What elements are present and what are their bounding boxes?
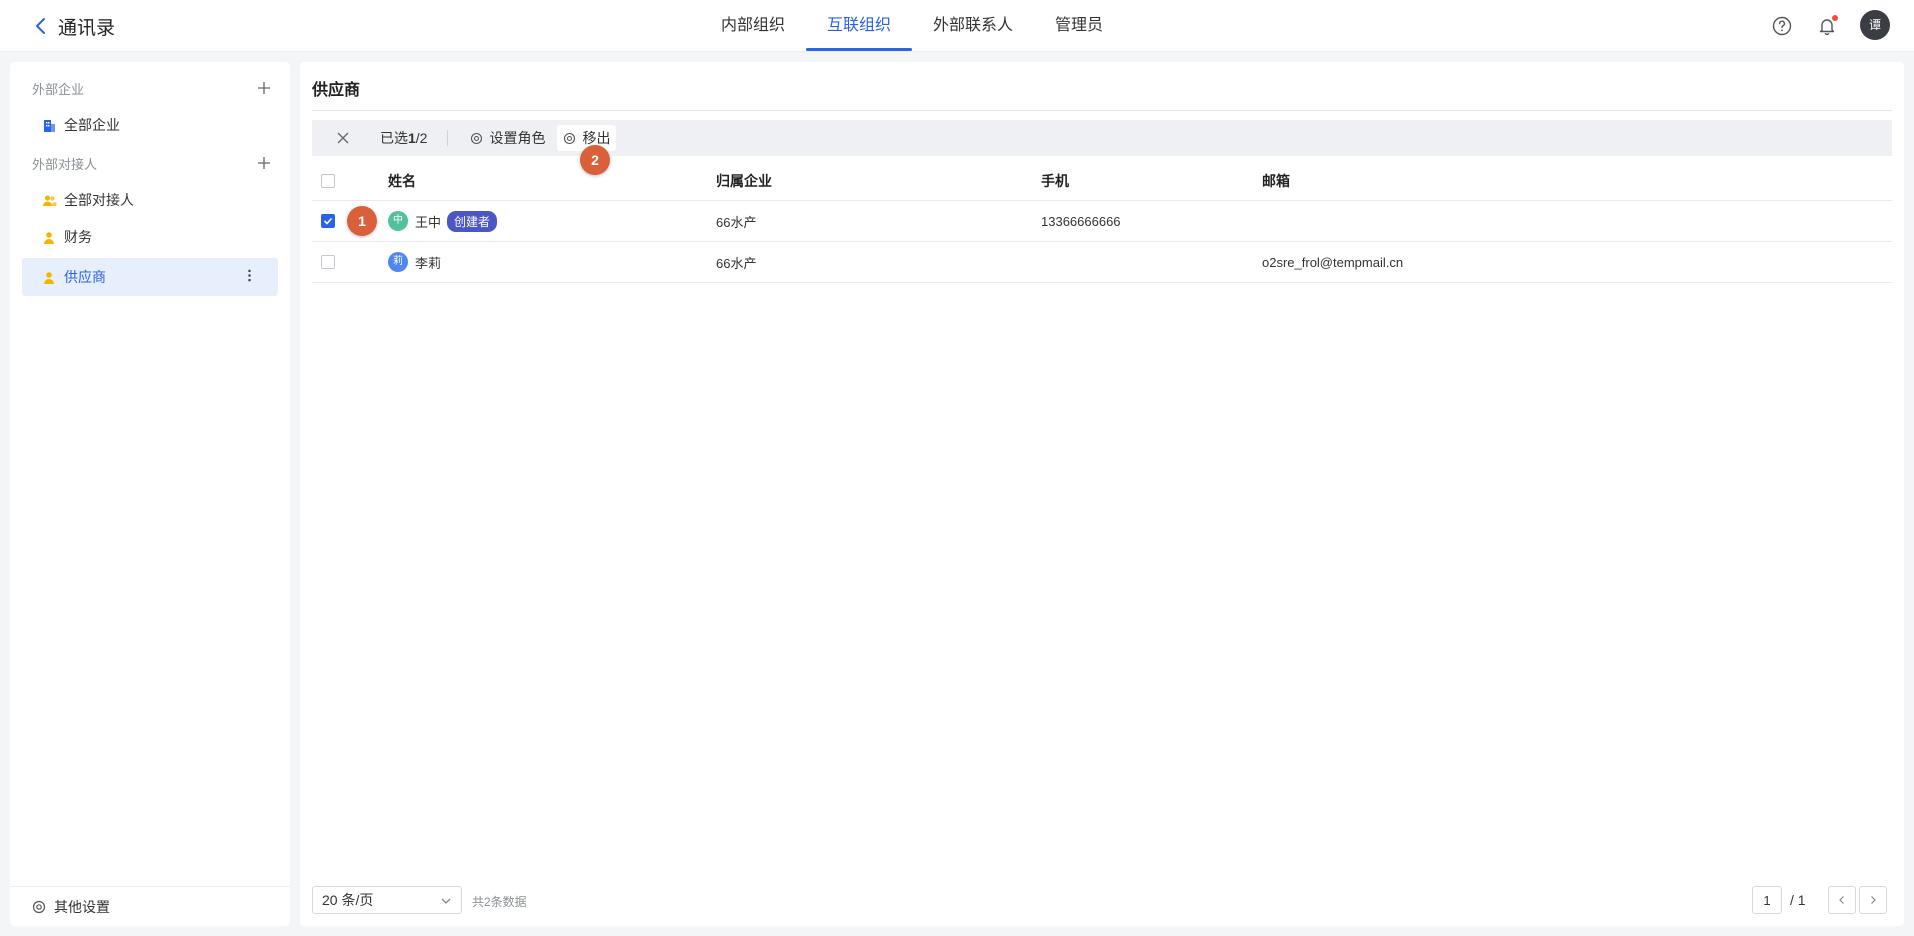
section-label: 外部对接人 (32, 156, 98, 172)
table-header: 姓名 归属企业 手机 邮箱 (312, 162, 1892, 201)
tab-internal-org[interactable]: 内部组织 (700, 0, 806, 52)
member-name: 李莉 (415, 255, 442, 271)
settings-icon (564, 132, 576, 144)
sidebar-item-supplier[interactable]: 供应商 (22, 258, 278, 296)
table-row[interactable]: 莉 李莉 66水产 o2sre_frol@tempmail.cn (312, 242, 1892, 283)
step-badge-1: 1 (347, 206, 377, 236)
chevron-right-icon (1871, 896, 1876, 904)
phone-cell: 13366666666 (1041, 213, 1121, 229)
prev-page-button[interactable] (1828, 886, 1856, 914)
row-select-cell (321, 242, 335, 282)
more-vertical-icon[interactable] (242, 268, 257, 283)
column-header-company[interactable]: 归属企业 (716, 162, 772, 200)
section-label: 外部企业 (32, 81, 85, 97)
tab-external-contacts[interactable]: 外部联系人 (912, 0, 1034, 52)
users-icon (43, 194, 57, 206)
set-role-label: 设置角色 (489, 130, 546, 146)
notification-dot (1832, 15, 1838, 21)
selection-toolbar: 已选1/2 设置角色 移出 (312, 120, 1892, 156)
add-company-icon[interactable] (256, 80, 272, 96)
building-icon (44, 119, 55, 132)
sidebar: 外部企业 全部企业 外部对接人 全部对接人 财务 供应商 其他设置 (10, 62, 290, 926)
app-title: 通讯录 (58, 17, 116, 39)
user-group-icon (44, 271, 54, 284)
step-badge-2: 2 (580, 145, 610, 175)
company-cell: 66水产 (716, 214, 757, 230)
row-checkbox[interactable] (321, 255, 335, 269)
tab-interconnected-org[interactable]: 互联组织 (806, 0, 913, 52)
main-panel: 供应商 已选1/2 设置角色 移出 姓名 归属企业 手机 邮箱 中 王中 创建者… (300, 62, 1904, 926)
selection-prefix: 已选 (380, 130, 408, 146)
column-header-name[interactable]: 姓名 (388, 162, 416, 200)
top-bar: 通讯录 内部组织 互联组织 外部联系人 管理员 谭 (0, 0, 1914, 52)
add-contact-icon[interactable] (256, 155, 272, 171)
column-header-phone[interactable]: 手机 (1041, 162, 1069, 200)
sidebar-section-external-contacts: 外部对接人 (32, 151, 272, 175)
chevron-left-icon (1839, 896, 1844, 904)
user-avatar[interactable]: 谭 (1860, 10, 1890, 40)
set-role-button[interactable]: 设置角色 (470, 128, 545, 148)
row-checkbox[interactable] (321, 214, 335, 228)
page-count: / 1 (1790, 892, 1806, 908)
chevron-left-icon (36, 18, 45, 34)
page-title: 供应商 (312, 82, 361, 99)
name-cell: 中 王中 创建者 (388, 201, 498, 241)
next-page-button[interactable] (1859, 886, 1887, 914)
tab-admins[interactable]: 管理员 (1034, 0, 1124, 52)
page-size-select[interactable]: 20 条/页 (312, 886, 462, 914)
avatar: 莉 (388, 252, 408, 272)
sidebar-item-label: 供应商 (64, 269, 106, 285)
email-cell: o2sre_frol@tempmail.cn (1262, 254, 1404, 270)
close-icon[interactable] (336, 131, 350, 145)
column-header-email[interactable]: 邮箱 (1262, 162, 1290, 200)
toolbar-divider (447, 130, 449, 146)
footer-label: 其他设置 (54, 898, 110, 915)
user-group-icon (44, 231, 54, 244)
divider (312, 110, 1892, 111)
sidebar-item-label: 全部对接人 (64, 192, 134, 208)
current-page-input[interactable]: 1 (1752, 886, 1782, 914)
chevron-down-icon (441, 898, 451, 904)
total-count: 共2条数据 (472, 895, 527, 909)
page-size-value: 20 条/页 (322, 892, 374, 908)
creator-badge: 创建者 (447, 210, 498, 232)
sidebar-section-external-companies: 外部企业 (32, 76, 272, 100)
selection-selected: 1 (408, 130, 416, 146)
settings-icon (471, 132, 483, 144)
selection-count: 已选1/2 (380, 128, 427, 148)
avatar: 中 (388, 211, 408, 231)
back-button[interactable]: 通讯录 (34, 13, 115, 39)
sidebar-item-all-contacts[interactable]: 全部对接人 (22, 181, 278, 219)
help-icon[interactable] (1770, 14, 1794, 38)
sidebar-item-label: 财务 (64, 229, 92, 245)
row-select-cell (321, 201, 335, 241)
sidebar-item-all-companies[interactable]: 全部企业 (22, 106, 278, 144)
company-cell: 66水产 (716, 255, 757, 271)
sidebar-item-finance[interactable]: 财务 (22, 218, 278, 256)
check-icon (323, 217, 333, 225)
select-all-checkbox[interactable] (321, 174, 335, 188)
name-cell: 莉 李莉 (388, 242, 441, 282)
notification-button[interactable] (1815, 14, 1839, 38)
settings-icon (32, 900, 46, 913)
table-row[interactable]: 中 王中 创建者 66水产 13366666666 (312, 201, 1892, 242)
select-all-cell (321, 162, 335, 200)
other-settings-button[interactable]: 其他设置 (10, 886, 290, 926)
selection-total: /2 (415, 130, 428, 146)
top-tabs: 内部组织 互联组织 外部联系人 管理员 (700, 0, 1124, 52)
member-name: 王中 (415, 214, 442, 230)
sidebar-item-label: 全部企业 (64, 117, 120, 133)
